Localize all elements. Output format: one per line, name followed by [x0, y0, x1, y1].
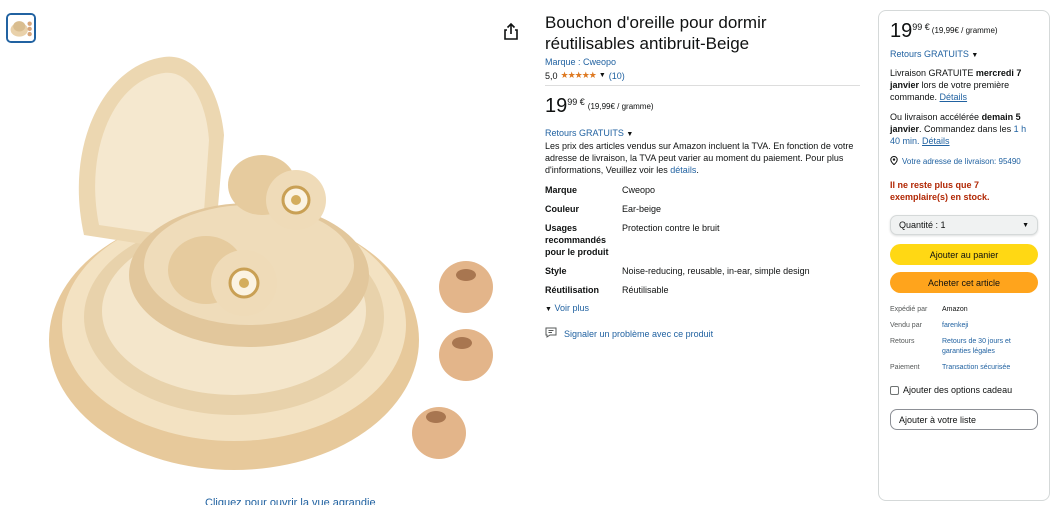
chevron-down-icon: ▼ [971, 52, 979, 59]
info-row: Retours Retours de 30 jours et garanties… [890, 337, 1038, 357]
price-fraction: 99 € [567, 97, 585, 107]
chevron-down-icon: ▼ [626, 131, 634, 138]
product-main-image[interactable] [44, 25, 510, 495]
info-row: Paiement Transaction sécurisée [890, 363, 1038, 373]
see-more-link[interactable]: ▼ Voir plus [545, 303, 860, 313]
feedback-icon [545, 327, 557, 340]
info-value: Amazon [942, 306, 968, 313]
report-problem-link[interactable]: Signaler un problème avec ce produit [545, 327, 860, 340]
share-icon[interactable] [502, 22, 520, 42]
spec-key: Marque [545, 185, 578, 195]
zoom-hint[interactable]: Cliquez pour ouvrir la vue agrandie [205, 497, 376, 505]
spec-value: Noise-reducing, reusable, in-ear, simple… [622, 266, 810, 276]
product-thumbnail[interactable] [6, 13, 36, 43]
rating-stars-icon[interactable]: ★★★★★ [561, 70, 597, 81]
free-returns-label: Retours GRATUITS [890, 49, 969, 59]
spec-key: Style [545, 266, 567, 276]
delivery-pre: Livraison GRATUITE [890, 68, 974, 78]
spec-key: Usages recommandés pour le produit [545, 223, 609, 257]
free-returns-link[interactable]: Retours GRATUITS ▼ [890, 49, 1038, 59]
product-title: Bouchon d'oreille pour dormir réutilisab… [545, 13, 767, 53]
spec-row: Style Noise-reducing, reusable, in-ear, … [545, 265, 860, 277]
spec-row: Usages recommandés pour le produit Prote… [545, 222, 860, 258]
rating-value: 5,0 [545, 70, 558, 81]
gift-options-checkbox[interactable]: Ajouter des options cadeau [890, 385, 1038, 395]
checkbox[interactable] [890, 385, 899, 395]
chevron-down-icon: ▼ [545, 306, 552, 313]
info-key: Paiement [890, 364, 920, 371]
free-returns-link[interactable]: Retours GRATUITS ▼ [545, 128, 860, 138]
seller-info: Expédié par Amazon Vendu par farenkeji R… [890, 305, 1038, 373]
fast-pre: Ou livraison accélérée [890, 112, 980, 122]
quantity-select[interactable]: Quantité : 1 ▼ [890, 215, 1038, 235]
quantity-label: Quantité : 1 [899, 220, 946, 230]
spec-row: Couleur Ear-beige [545, 203, 860, 215]
returns-policy-link[interactable]: Retours de 30 jours et garanties légales [942, 337, 1038, 357]
tva-details-link[interactable]: détails [670, 165, 696, 175]
spec-key: Réutilisation [545, 285, 600, 295]
seller-link[interactable]: farenkeji [942, 321, 1038, 331]
fast-delivery-info: Ou livraison accélérée demain 5 janvier.… [890, 111, 1038, 147]
chevron-down-icon[interactable]: ▼ [599, 72, 606, 79]
stock-warning: Il ne reste plus que 7 exemplaire(s) en … [890, 180, 990, 202]
delivery-info: Livraison GRATUITE mercredi 7 janvier lo… [890, 67, 1038, 103]
location-pin-icon [890, 155, 898, 167]
info-key: Expédié par [890, 306, 928, 313]
spec-value: Protection contre le bruit [622, 223, 720, 233]
spec-row: Marque Cweopo [545, 184, 860, 196]
spec-value: Réutilisable [622, 285, 669, 295]
spec-row: Réutilisation Réutilisable [545, 284, 860, 296]
product-details: Bouchon d'oreille pour dormir réutilisab… [545, 12, 860, 340]
info-key: Retours [890, 338, 915, 345]
add-to-list-button[interactable]: Ajouter à votre liste [890, 409, 1038, 430]
rating-count[interactable]: (10) [609, 71, 625, 81]
fast-details-link[interactable]: Détails [922, 136, 950, 146]
spec-value: Cweopo [622, 185, 656, 195]
buy-now-button[interactable]: Acheter cet article [890, 272, 1038, 293]
info-key: Vendu par [890, 322, 922, 329]
location-label: Votre adresse de livraison: 95490 [902, 157, 1021, 166]
spec-key: Couleur [545, 204, 580, 214]
price: 19 99 € (19,99€ / gramme) [545, 96, 860, 116]
chevron-down-icon: ▼ [1022, 221, 1029, 229]
divider [545, 85, 860, 86]
tva-text: Les prix des articles vendus sur Amazon … [545, 141, 854, 175]
report-label: Signaler un problème avec ce produit [564, 328, 714, 339]
buy-box: 19 99 € (19,99€ / gramme) Retours GRATUI… [878, 10, 1050, 501]
buybox-price: 19 99 € (19,99€ / gramme) [890, 21, 1038, 41]
info-row: Expédié par Amazon [890, 305, 1038, 315]
price-fraction: 99 € [912, 22, 930, 32]
price-per-unit: (19,99€ / gramme) [931, 26, 998, 35]
price-whole: 19 [545, 95, 568, 117]
gift-label: Ajouter des options cadeau [903, 385, 1013, 395]
fast-mid: . Commandez dans les [919, 124, 1012, 134]
rating-row: 5,0 ★★★★★ ▼ (10) [545, 70, 860, 81]
price-whole: 19 [890, 20, 913, 42]
payment-link[interactable]: Transaction sécurisée [942, 363, 1038, 373]
specs-table: Marque Cweopo Couleur Ear-beige Usages r… [545, 184, 860, 296]
free-returns-label: Retours GRATUITS [545, 128, 624, 138]
info-row: Vendu par farenkeji [890, 321, 1038, 331]
price-per-unit: (19,99€ / gramme) [587, 102, 654, 111]
add-to-cart-button[interactable]: Ajouter au panier [890, 244, 1038, 265]
brand-link[interactable]: Marque : Cweopo [545, 57, 860, 67]
delivery-location-link[interactable]: Votre adresse de livraison: 95490 [890, 155, 1038, 167]
see-more-label: Voir plus [554, 303, 589, 313]
tva-notice: Les prix des articles vendus sur Amazon … [545, 141, 854, 175]
delivery-details-link[interactable]: Détails [940, 92, 968, 102]
spec-value: Ear-beige [622, 204, 662, 214]
